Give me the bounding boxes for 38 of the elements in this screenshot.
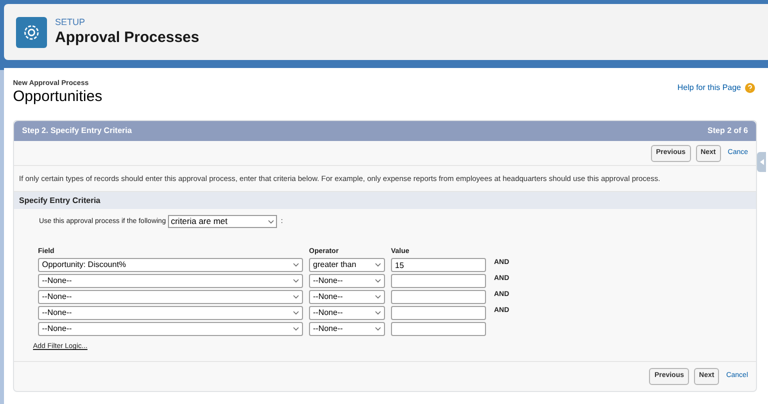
caret-icon	[375, 327, 381, 332]
caret-icon	[375, 311, 381, 316]
value-field[interactable]: 15	[391, 258, 486, 272]
collapse-handle[interactable]	[757, 152, 766, 172]
operator-dropdown[interactable]: greater than	[309, 258, 385, 272]
value-field[interactable]	[391, 322, 486, 336]
field-dropdown[interactable]: --None--	[38, 290, 303, 304]
caret-icon	[293, 279, 299, 284]
header-eyebrow: SETUP	[55, 17, 86, 28]
header-title: Approval Processes	[55, 28, 200, 47]
caret-icon	[293, 311, 299, 316]
field-dropdown[interactable]: Opportunity: Discount%	[38, 258, 303, 272]
operator-dropdown[interactable]: --None--	[309, 290, 385, 304]
value-field[interactable]	[391, 290, 486, 304]
field-dropdown[interactable]: --None--	[38, 306, 303, 320]
section-title: Specify Entry Criteria	[19, 194, 100, 207]
caret-icon	[375, 279, 381, 284]
page-title: Opportunities	[13, 88, 102, 106]
caret-icon	[293, 295, 299, 300]
help-link[interactable]: Help for this Page	[677, 82, 741, 94]
caret-icon	[293, 263, 299, 268]
step-title: Step 2. Specify Entry Criteria	[22, 125, 132, 137]
field-dropdown[interactable]: --None--	[38, 322, 303, 336]
operator-dropdown[interactable]: --None--	[309, 322, 385, 336]
settings-icon	[16, 16, 47, 48]
help-icon	[745, 83, 755, 93]
value-field[interactable]	[391, 306, 486, 320]
operator-dropdown[interactable]: --None--	[309, 306, 385, 320]
criteria-dropdown[interactable]: criteria are met	[168, 215, 277, 228]
value-field[interactable]	[391, 274, 486, 288]
arrow-left-icon	[760, 159, 764, 165]
step-counter: Step 2 of 6	[708, 125, 748, 137]
caret-icon	[293, 327, 299, 332]
caret-icon	[268, 220, 274, 224]
caret-icon	[375, 295, 381, 300]
operator-dropdown[interactable]: --None--	[309, 274, 385, 288]
caret-icon	[375, 263, 381, 268]
field-dropdown[interactable]: --None--	[38, 274, 303, 288]
